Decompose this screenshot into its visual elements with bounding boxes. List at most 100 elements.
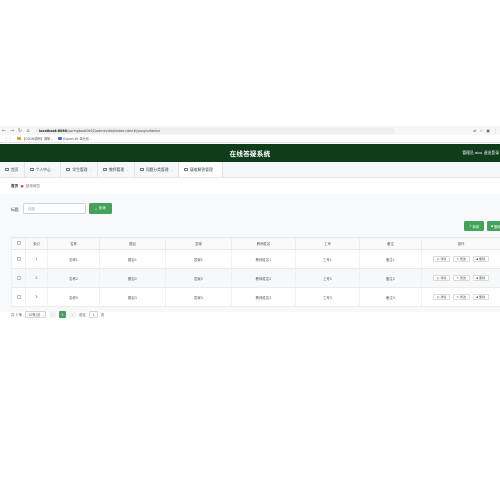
detail-icon: ◎ (436, 295, 440, 299)
cell-question: 题目2 (99, 268, 166, 288)
trash-icon: ▪ (476, 257, 479, 261)
cell-index: 1 (25, 249, 48, 269)
page-size-select[interactable]: 10条/页 ⌄ (25, 311, 47, 318)
cell-actions: ◎ 详情 ✎ 修改 ▪ 删除 (421, 287, 500, 307)
home-browser-icon[interactable]: ⌂ (24, 128, 32, 134)
cell-question: 题目1 (99, 249, 166, 269)
cell-job-no: 工号1 (295, 249, 360, 269)
apps-grid-icon[interactable]: ⋮⋮ (4, 136, 12, 141)
column-header: 工号 (295, 237, 360, 250)
browser-menu-icon[interactable]: ⋮ (493, 128, 497, 133)
delete-button[interactable]: ▪ 删除 (472, 275, 489, 281)
row-checkbox[interactable] (16, 294, 21, 299)
column-header: 答案 (165, 237, 232, 250)
back-icon[interactable]: ← (0, 128, 8, 134)
menu-item-home[interactable]: 首页 (0, 162, 25, 177)
goto-label: 前往 (79, 313, 86, 317)
app-header: 在线答疑系统 管理员 abo 退出登录 (0, 144, 500, 162)
search-input[interactable] (23, 203, 86, 214)
next-page-button[interactable]: › (69, 311, 77, 318)
table-row: 2 名称2 题目2 答案2 教师姓名2 工号2 备注2 ◎ 详情 ✎ 修改 ▪ 删除 (11, 268, 500, 288)
edit-button[interactable]: ✎ 修改 (453, 275, 470, 281)
cell-name: 名称3 (47, 287, 100, 307)
add-button[interactable]: + 新增 (464, 221, 484, 231)
column-header: 操作 (421, 237, 500, 250)
cell-index: 2 (25, 268, 48, 288)
delete-button[interactable]: ▪ 删除 (472, 294, 489, 300)
menu-item-question-category[interactable]: 问题分类管理 ⌄ (135, 162, 179, 177)
total-count: 共 3 条 (11, 313, 23, 317)
edit-button[interactable]: ✎ 修改 (453, 294, 470, 300)
bookmark-favicon-icon (17, 136, 21, 141)
edit-icon: ✎ (456, 276, 460, 280)
bookmark-item[interactable]: Expert-tfr 单元化... (58, 136, 92, 141)
row-checkbox[interactable] (16, 256, 21, 261)
table-row: 1 名称1 题目1 答案1 教师姓名1 工号1 备注1 ◎ 详情 ✎ 修改 ▪ 删除 (11, 249, 500, 269)
bookmarks-bar: ⋮⋮ 【CSDN调研】调研... Expert-tfr 单元化... (0, 135, 500, 143)
forward-icon[interactable]: → (8, 128, 16, 134)
menu-item-student[interactable]: 学生管理 ⌄ (61, 162, 98, 177)
search-icon: ⌕ (95, 206, 98, 211)
cell-teacher: 教师姓名3 (231, 287, 296, 307)
translate-icon[interactable]: ⇄ (473, 128, 476, 133)
cell-answer: 答案3 (165, 287, 232, 307)
cell-name: 名称2 (47, 268, 100, 288)
breadcrumb-current: 疑难解答 (25, 184, 41, 188)
cell-teacher: 教师姓名1 (231, 249, 296, 269)
cell-teacher: 教师姓名2 (231, 268, 296, 288)
goto-page-input[interactable]: 1 (88, 311, 98, 318)
teacher-icon (103, 167, 107, 172)
chevron-down-icon: ⌄ (41, 312, 45, 317)
row-checkbox[interactable] (16, 275, 21, 280)
detail-icon: ◎ (436, 257, 440, 261)
chevron-down-icon: ⌄ (126, 167, 129, 172)
menu-item-teacher[interactable]: 教师管理 ⌄ (98, 162, 135, 177)
detail-button[interactable]: ◎ 详情 (433, 275, 450, 281)
bookmark-item[interactable]: 【CSDN调研】调研... (17, 136, 53, 141)
extensions-icon[interactable]: ▣ (486, 128, 490, 133)
edit-icon: ✎ (456, 257, 460, 261)
home-icon (5, 167, 9, 172)
table-row: 3 名称3 题目3 答案3 教师姓名3 工号3 备注3 ◎ 详情 ✎ 修改 ▪ 删除 (11, 287, 500, 307)
table-header-row: 索引 名称 题目 答案 教师姓名 工号 备注 操作 (11, 237, 500, 250)
detail-button[interactable]: ◎ 详情 (433, 294, 450, 300)
page-suffix: 页 (100, 313, 105, 317)
chevron-down-icon: ⌄ (214, 167, 218, 172)
page-number-current[interactable]: 1 (59, 311, 67, 318)
breadcrumb-home[interactable]: 首页 (11, 184, 18, 189)
cell-actions: ◎ 详情 ✎ 修改 ▪ 删除 (421, 249, 500, 269)
student-icon (66, 167, 71, 172)
column-header: 索引 (25, 237, 48, 250)
breadcrumb: 首页 ♥ 疑难解答 (11, 184, 40, 189)
app-title: 在线答疑系统 (229, 150, 271, 158)
bulk-delete-button[interactable]: ▪ 删除 (487, 221, 500, 231)
bookmark-favicon-icon (58, 136, 62, 141)
prev-page-button[interactable]: ‹ (49, 311, 57, 318)
trash-icon: ▪ (491, 224, 494, 228)
answers-table: 索引 名称 题目 答案 教师姓名 工号 备注 操作 1 名称1 题目1 答案1 … (11, 237, 500, 307)
column-header: 教师姓名 (231, 237, 296, 250)
menu-item-personal-center[interactable]: 个人中心 ⌄ (25, 162, 62, 177)
select-all-cell (11, 237, 26, 250)
cell-name: 名称1 (47, 249, 100, 269)
pagination: 共 3 条 10条/页 ⌄ ‹ 1 › 前往 1 页 (11, 311, 104, 318)
detail-button[interactable]: ◎ 详情 (433, 256, 450, 262)
cell-job-no: 工号3 (295, 287, 360, 307)
user-icon (29, 167, 34, 172)
cell-answer: 答案1 (165, 249, 232, 269)
cell-question: 题目3 (99, 287, 166, 307)
reload-icon[interactable]: ↻ (16, 128, 24, 134)
trash-icon: ▪ (476, 276, 479, 280)
search-button[interactable]: ⌕ 查询 (89, 203, 112, 214)
menu-item-answers[interactable]: 疑难解答管理 ⌄ (179, 162, 224, 177)
cell-index: 3 (25, 287, 48, 307)
cell-answer: 答案2 (165, 268, 232, 288)
delete-button[interactable]: ▪ 删除 (472, 256, 489, 262)
chevron-down-icon: ⌄ (89, 167, 92, 172)
address-bar[interactable]: localhost:8080/springboot0k52/admin/dist… (35, 127, 395, 134)
edit-button[interactable]: ✎ 修改 (453, 256, 470, 262)
logout-link[interactable]: 退出登录 (484, 150, 499, 156)
bookmark-star-icon[interactable]: ☆ (480, 128, 484, 133)
select-all-checkbox[interactable] (16, 241, 21, 245)
answer-icon (184, 167, 188, 172)
